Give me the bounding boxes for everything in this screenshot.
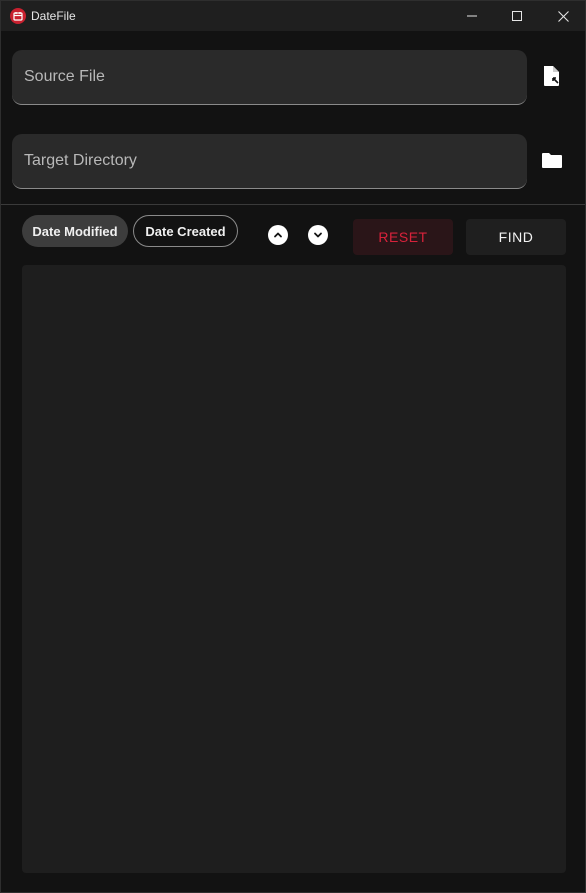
sort-date-modified-chip[interactable]: Date Modified bbox=[22, 215, 128, 247]
sort-descending-button[interactable] bbox=[308, 225, 328, 245]
app-icon bbox=[10, 8, 26, 24]
window-title: DateFile bbox=[31, 9, 76, 23]
file-select-icon bbox=[544, 66, 559, 86]
maximize-button[interactable] bbox=[494, 1, 540, 31]
browse-source-button[interactable] bbox=[540, 64, 564, 88]
app-window: DateFile Source File Target Directory Da… bbox=[0, 0, 586, 893]
chevron-up-icon bbox=[274, 232, 282, 238]
section-divider bbox=[1, 204, 585, 205]
source-file-input[interactable] bbox=[12, 50, 527, 104]
target-directory-field[interactable] bbox=[12, 134, 527, 189]
title-bar[interactable]: DateFile bbox=[1, 1, 585, 31]
results-panel[interactable] bbox=[22, 265, 566, 873]
folder-icon bbox=[542, 153, 562, 168]
sort-date-created-chip[interactable]: Date Created bbox=[133, 215, 238, 247]
close-button[interactable] bbox=[540, 1, 586, 31]
reset-button[interactable]: RESET bbox=[353, 219, 453, 255]
close-icon bbox=[557, 10, 569, 22]
maximize-icon bbox=[512, 11, 522, 21]
minimize-icon bbox=[467, 15, 477, 17]
target-directory-input[interactable] bbox=[12, 134, 527, 188]
source-file-field[interactable] bbox=[12, 50, 527, 105]
chevron-down-icon bbox=[314, 232, 322, 238]
browse-target-button[interactable] bbox=[540, 148, 564, 172]
minimize-button[interactable] bbox=[449, 1, 495, 31]
find-button[interactable]: FIND bbox=[466, 219, 566, 255]
sort-ascending-button[interactable] bbox=[268, 225, 288, 245]
